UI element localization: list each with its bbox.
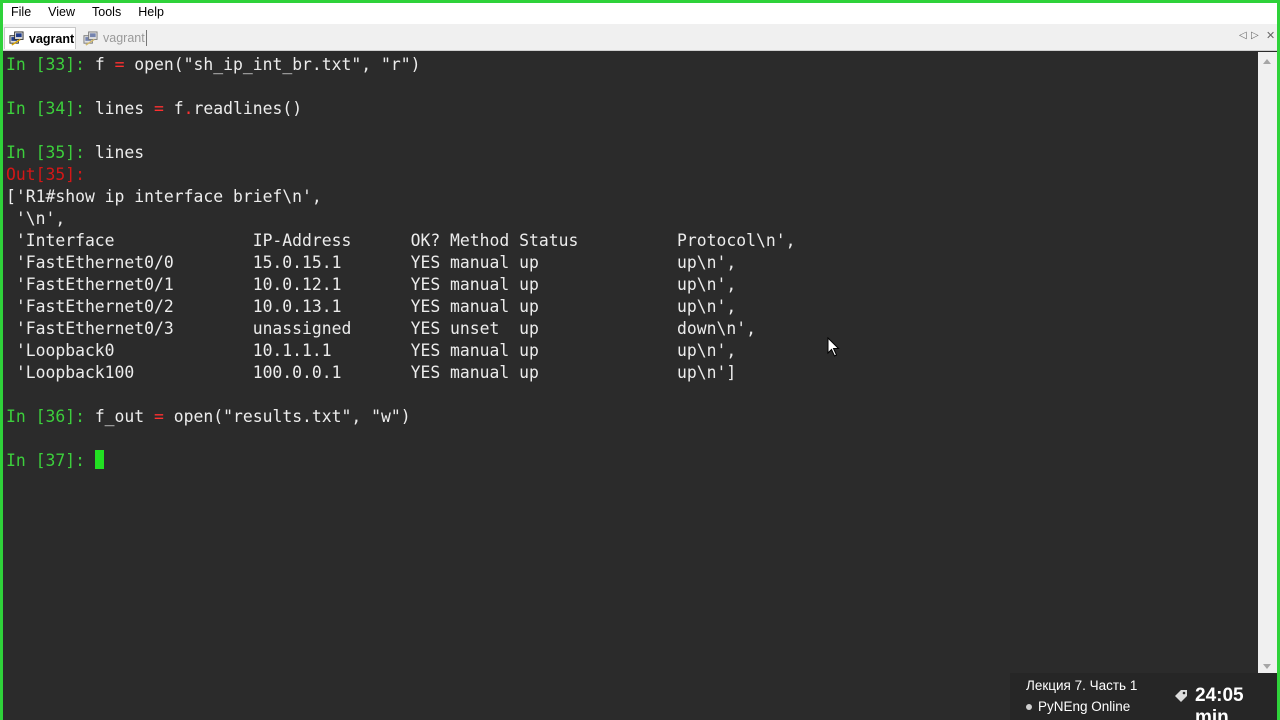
output-line: 'Loopback0 10.1.1.1 YES manual up up\n',: [6, 341, 737, 360]
output-line: 'FastEthernet0/3 unassigned YES unset up…: [6, 319, 756, 338]
input-prompt-line: In [35]: lines: [6, 142, 144, 164]
output-prompt-line: Out[35]:: [6, 164, 85, 186]
menu-bar: File View Tools Help: [0, 0, 1280, 24]
output-line: 'Interface IP-Address OK? Method Status …: [6, 231, 796, 250]
in-prompt: In [36]:: [6, 407, 95, 426]
output-line: ['R1#show ip interface brief\n',: [6, 187, 322, 206]
duration-label: 24:05 min: [1195, 685, 1244, 720]
input-prompt-line: In [36]: f_out = open("results.txt", "w"…: [6, 406, 411, 428]
tab-prev-icon[interactable]: ◁: [1239, 30, 1247, 41]
output-line: 'FastEthernet0/2 10.0.13.1 YES manual up…: [6, 297, 737, 316]
out-prompt: Out[35]:: [6, 165, 85, 184]
code-text: f: [94, 55, 115, 74]
code-text: readlines(): [193, 99, 303, 118]
menu-file[interactable]: File: [11, 5, 31, 19]
vertical-scrollbar[interactable]: [1258, 52, 1277, 720]
in-prompt: In [37]:: [6, 451, 95, 470]
code-operator: =: [114, 55, 125, 74]
tab-bar: vagrant vagrant ◁ ▷ ✕: [0, 24, 1280, 51]
code-text: open("results.txt", "w"): [163, 407, 411, 426]
code-operator: =: [154, 407, 164, 426]
tab-next-icon[interactable]: ▷: [1251, 30, 1259, 41]
in-prompt: In [33]:: [6, 55, 95, 74]
output-line: 'FastEthernet0/0 15.0.15.1 YES manual up…: [6, 253, 737, 272]
scroll-up-icon[interactable]: [1263, 59, 1271, 64]
menu-help[interactable]: Help: [138, 5, 164, 19]
output-line: '\n',: [6, 209, 66, 228]
output-line: 'Loopback100 100.0.0.1 YES manual up up\…: [6, 363, 737, 382]
tab-label: vagrant: [29, 31, 75, 46]
course-name: PyNEng Online: [1026, 699, 1130, 714]
in-prompt: In [35]:: [6, 143, 95, 162]
code-text: open("sh_ip_int_br.txt", "r"): [124, 55, 421, 74]
output-line: 'FastEthernet0/1 10.0.12.1 YES manual up…: [6, 275, 737, 294]
menu-view[interactable]: View: [48, 5, 75, 19]
tab-vagrant-active[interactable]: vagrant: [4, 27, 76, 49]
code-text: f: [163, 99, 184, 118]
code-text: lines: [94, 99, 155, 118]
code-text: f_out: [94, 407, 155, 426]
putty-icon: [9, 31, 24, 46]
tag-icon: [1175, 690, 1187, 702]
lecture-overlay: Лекция 7. Часть 1 PyNEng Online 24:05 mi…: [1010, 673, 1280, 720]
input-prompt-line: In [37]:: [6, 450, 104, 472]
terminal-output[interactable]: In [33]: f = open("sh_ip_int_br.txt", "r…: [3, 52, 1258, 720]
mouse-pointer-icon: [827, 337, 840, 357]
input-prompt-line: In [34]: lines = f.readlines(): [6, 98, 302, 120]
code-operator: =: [154, 99, 164, 118]
lecture-title: Лекция 7. Часть 1: [1026, 678, 1138, 693]
code-text: lines: [94, 143, 145, 162]
tab-vagrant-inactive[interactable]: vagrant: [80, 27, 148, 49]
input-prompt-line: In [33]: f = open("sh_ip_int_br.txt", "r…: [6, 54, 420, 76]
course-label: PyNEng Online: [1038, 699, 1131, 714]
text-cursor: [94, 450, 104, 469]
tab-close-icon[interactable]: ✕: [1266, 29, 1275, 42]
code-operator: .: [183, 99, 194, 118]
bullet-icon: [1026, 703, 1032, 710]
putty-icon: [83, 30, 98, 46]
tab-label: vagrant: [103, 31, 145, 45]
menu-tools[interactable]: Tools: [92, 5, 121, 19]
in-prompt: In [34]:: [6, 99, 95, 118]
scroll-down-icon[interactable]: [1263, 664, 1271, 669]
